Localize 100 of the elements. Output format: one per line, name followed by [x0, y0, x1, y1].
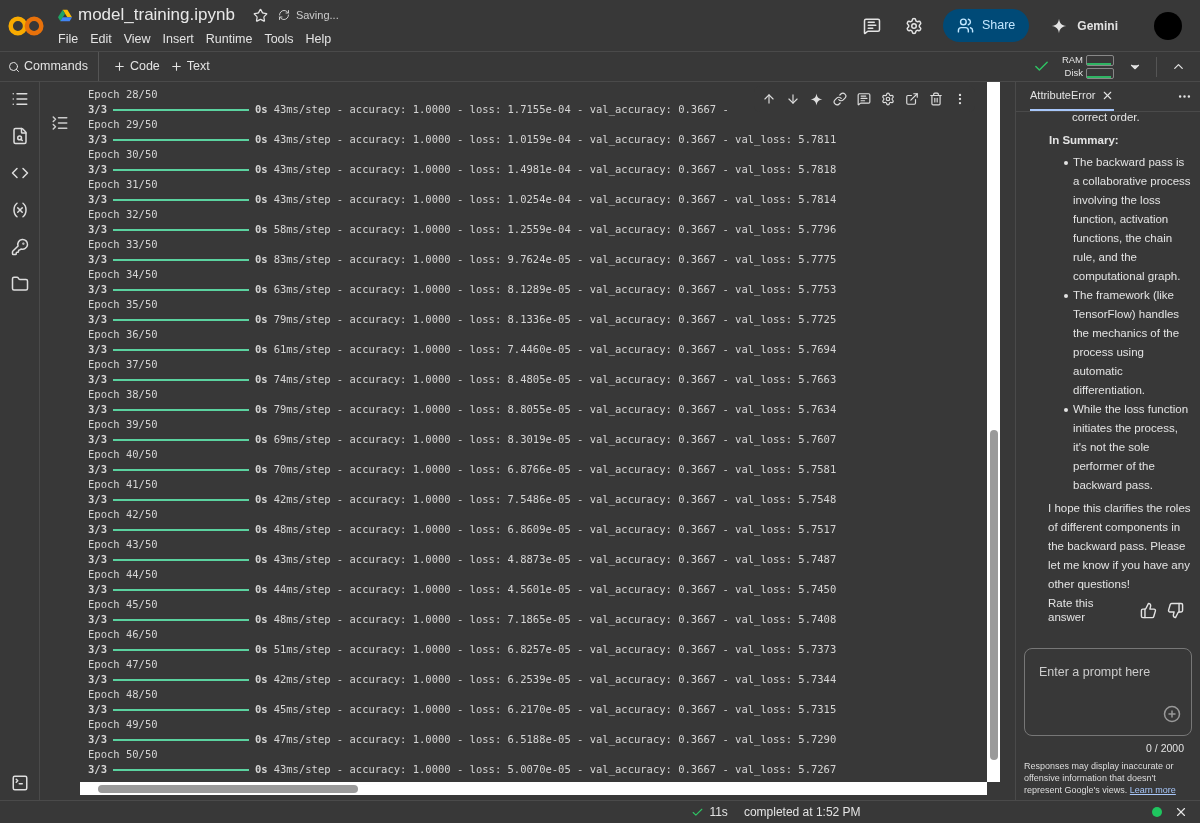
- plus-icon: [112, 60, 126, 73]
- comment-icon[interactable]: [857, 92, 871, 106]
- step-count: 3/3: [88, 582, 107, 597]
- epoch-line: Epoch 35/50: [88, 297, 158, 312]
- metrics-line: 43ms/step - accuracy: 1.0000 - loss: 1.0159e-04 - val_accuracy: 0.3667 - val_loss: 5.7811: [273, 132, 837, 147]
- elapsed-time: 0s: [254, 492, 268, 507]
- run-status: completed at 1:52 PM: [743, 804, 861, 821]
- sync-icon: [277, 9, 290, 22]
- metrics-line: 48ms/step - accuracy: 1.0000 - loss: 6.8609e-05 - val_accuracy: 0.3667 - val_loss: 5.7517: [273, 522, 837, 537]
- menu-item[interactable]: Runtime: [201, 29, 257, 49]
- elapsed-time: 0s: [254, 702, 268, 717]
- disclaimer: Responses may display inaccurate or offensive information that doesn't represent Google's views. Learn more: [1024, 760, 1177, 796]
- step-count: 3/3: [88, 522, 107, 537]
- conversation-tab[interactable]: AttributeError: [1030, 82, 1115, 111]
- run-duration: 11s: [709, 804, 728, 821]
- menu-item[interactable]: Tools: [260, 29, 298, 49]
- thumbs-up-icon[interactable]: [1140, 601, 1157, 619]
- move-down-icon[interactable]: [786, 92, 800, 106]
- elapsed-time: 0s: [254, 162, 268, 177]
- bullet-text: The framework (like TensorFlow) handles the mechanics of the process using automatic differentiation.: [1073, 288, 1181, 398]
- step-count: 3/3: [88, 222, 107, 237]
- logo[interactable]: [8, 14, 44, 37]
- menu-item[interactable]: Help: [301, 29, 336, 49]
- folder-icon[interactable]: [10, 275, 29, 293]
- step-count: 3/3: [88, 762, 107, 777]
- step-count: 3/3: [88, 282, 107, 297]
- metrics-line: 61ms/step - accuracy: 1.0000 - loss: 7.4460e-05 - val_accuracy: 0.3667 - val_loss: 5.7694: [273, 342, 837, 357]
- step-count: 3/3: [88, 132, 107, 147]
- add-code-button[interactable]: Code: [112, 57, 160, 76]
- table-of-contents-icon[interactable]: [10, 90, 29, 108]
- epoch-line: Epoch 44/50: [88, 567, 158, 582]
- epoch-line: Epoch 28/50: [88, 87, 158, 102]
- step-count: 3/3: [88, 702, 107, 717]
- elapsed-time: 0s: [254, 762, 268, 777]
- add-icon[interactable]: [1163, 705, 1181, 724]
- epoch-line: Epoch 33/50: [88, 237, 158, 252]
- chat-heading: In Summary:: [1049, 133, 1120, 148]
- variables-icon[interactable]: [10, 201, 29, 219]
- metrics-line: 43ms/step - accuracy: 1.0000 - loss: 1.4981e-04 - val_accuracy: 0.3667 - val_loss: 5.7818: [273, 162, 837, 177]
- output-toggle-icon[interactable]: [51, 114, 69, 132]
- menu-item[interactable]: Insert: [158, 29, 198, 49]
- people-icon: [956, 17, 974, 34]
- epoch-line: Epoch 49/50: [88, 717, 158, 732]
- settings-icon[interactable]: [904, 16, 923, 35]
- commands-button[interactable]: Commands: [0, 52, 99, 81]
- epoch-line: Epoch 50/50: [88, 747, 158, 762]
- metrics-line: 43ms/step - accuracy: 1.0000 - loss: 5.0070e-05 - val_accuracy: 0.3667 - val_loss: 5.7267: [273, 762, 837, 777]
- gemini-button[interactable]: Gemini: [1041, 9, 1128, 42]
- metrics-line: 42ms/step - accuracy: 1.0000 - loss: 6.2539e-05 - val_accuracy: 0.3667 - val_loss: 5.7344: [273, 672, 837, 687]
- elapsed-time: 0s: [254, 282, 268, 297]
- elapsed-time: 0s: [254, 732, 268, 747]
- find-icon[interactable]: [10, 127, 29, 145]
- elapsed-time: 0s: [254, 402, 268, 417]
- step-count: 3/3: [88, 432, 107, 447]
- vertical-scrollbar[interactable]: [987, 82, 1000, 782]
- elapsed-time: 0s: [254, 372, 268, 387]
- step-count: 3/3: [88, 192, 107, 207]
- elapsed-time: 0s: [254, 102, 268, 117]
- epoch-line: Epoch 32/50: [88, 207, 158, 222]
- metrics-line: 83ms/step - accuracy: 1.0000 - loss: 9.7624e-05 - val_accuracy: 0.3667 - val_loss: 5.7775: [273, 252, 837, 267]
- link-icon[interactable]: [833, 92, 847, 106]
- delete-icon[interactable]: [929, 92, 943, 106]
- epoch-line: Epoch 38/50: [88, 387, 158, 402]
- ram-label: RAM: [1061, 54, 1083, 66]
- comment-icon[interactable]: [862, 16, 881, 35]
- search-icon: [8, 60, 20, 73]
- epoch-line: Epoch 48/50: [88, 687, 158, 702]
- metrics-line: 42ms/step - accuracy: 1.0000 - loss: 7.5486e-05 - val_accuracy: 0.3667 - val_loss: 5.7548: [273, 492, 837, 507]
- metrics-line: 48ms/step - accuracy: 1.0000 - loss: 7.1865e-05 - val_accuracy: 0.3667 - val_loss: 5.7408: [273, 612, 837, 627]
- step-count: 3/3: [88, 612, 107, 627]
- star-icon[interactable]: [252, 7, 268, 23]
- menu-item[interactable]: View: [119, 29, 155, 49]
- prompt-field[interactable]: Enter a prompt here: [1024, 648, 1192, 737]
- step-count: 3/3: [88, 492, 107, 507]
- epoch-line: Epoch 42/50: [88, 507, 158, 522]
- menu-item[interactable]: File: [54, 29, 83, 49]
- elapsed-time: 0s: [254, 342, 268, 357]
- metrics-line: 43ms/step - accuracy: 1.0000 - loss: 4.8873e-05 - val_accuracy: 0.3667 - val_loss: 5.7487: [273, 552, 837, 567]
- horizontal-scrollbar[interactable]: [80, 782, 987, 795]
- menu-item[interactable]: Edit: [86, 29, 116, 49]
- character-counter: 0 / 2000: [1146, 741, 1184, 757]
- add-text-button[interactable]: Text: [169, 57, 210, 76]
- terminal-icon[interactable]: [10, 774, 29, 792]
- close-icon[interactable]: [1174, 805, 1188, 819]
- elapsed-time: 0s: [254, 642, 268, 657]
- open-in-tab-icon[interactable]: [905, 92, 919, 106]
- step-count: 3/3: [88, 102, 107, 117]
- elapsed-time: 0s: [254, 582, 268, 597]
- learn-more-link[interactable]: Learn more: [1129, 785, 1176, 795]
- key-icon[interactable]: [10, 238, 29, 256]
- move-up-icon[interactable]: [762, 92, 776, 106]
- step-count: 3/3: [88, 732, 107, 747]
- thumbs-down-icon[interactable]: [1167, 601, 1184, 619]
- elapsed-time: 0s: [254, 462, 268, 477]
- share-button[interactable]: Share: [942, 9, 1030, 42]
- settings-icon[interactable]: [881, 92, 895, 106]
- notebook-title[interactable]: model_training.ipynb: [78, 2, 235, 28]
- step-count: 3/3: [88, 372, 107, 387]
- save-status: Saving...: [295, 7, 339, 23]
- bullet-text: The backward pass is a collaborative process involving the loss function, activation functions, the chain rule, and the computational graph.: [1073, 155, 1192, 284]
